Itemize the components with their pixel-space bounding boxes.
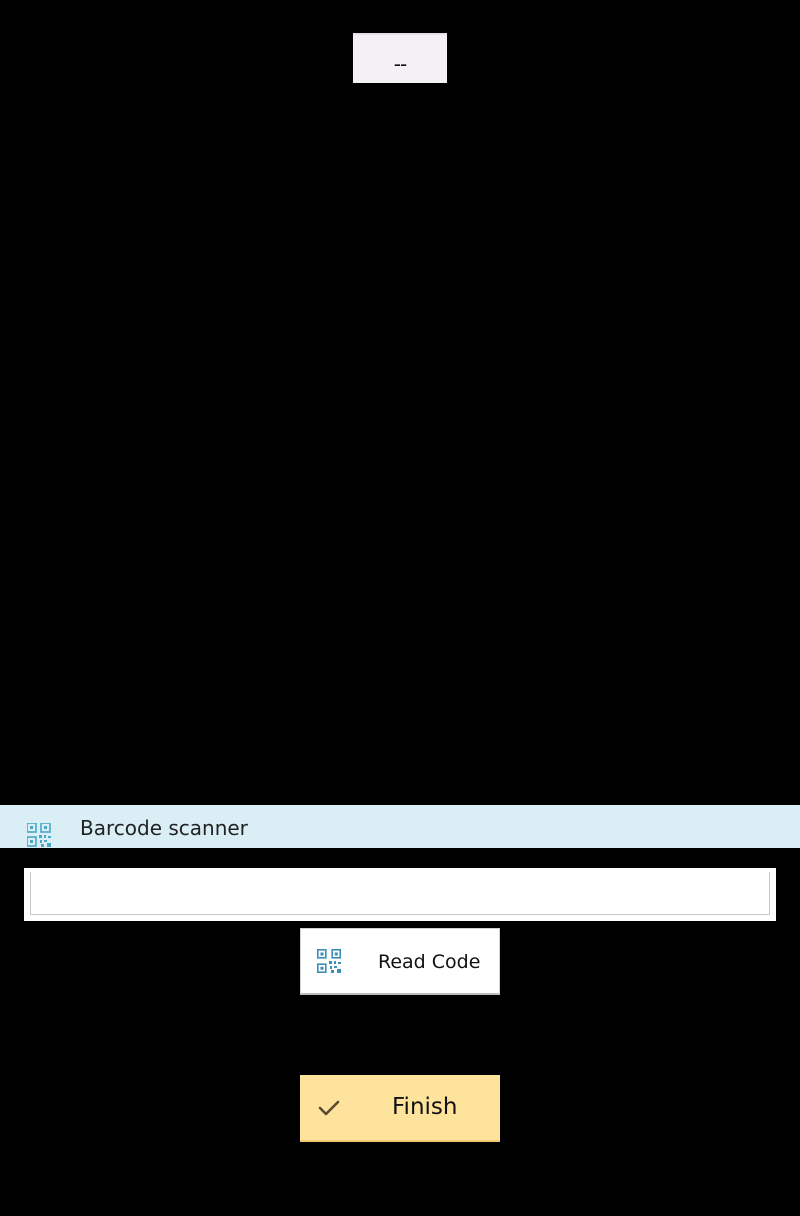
qr-code-icon — [317, 949, 342, 974]
finish-button[interactable]: Finish — [300, 1075, 500, 1142]
read-code-label: Read Code — [378, 951, 481, 973]
value-spinner[interactable]: -- — [353, 33, 447, 83]
section-title: Barcode scanner — [80, 816, 248, 840]
code-input[interactable] — [30, 872, 770, 915]
qr-code-icon — [26, 822, 52, 848]
code-input-container — [24, 868, 776, 921]
finish-label: Finish — [392, 1094, 458, 1120]
barcode-scanner-header: Barcode scanner — [0, 805, 800, 848]
read-code-button[interactable]: Read Code — [300, 928, 500, 995]
screen: -- Barcode scanner Read Code Finish — [0, 0, 800, 1216]
checkmark-icon — [318, 1099, 340, 1117]
spinner-value: -- — [393, 52, 407, 76]
